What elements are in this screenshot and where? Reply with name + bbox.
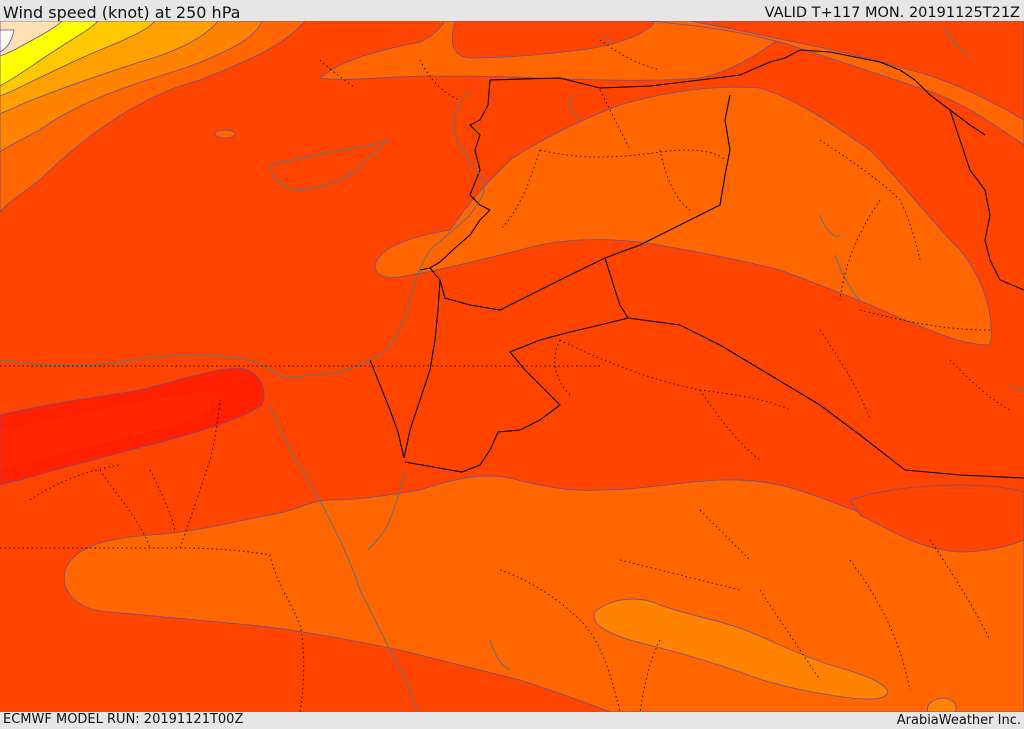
credit-label: ArabiaWeather Inc. — [896, 713, 1021, 728]
map-footer: ECMWF MODEL RUN: 20191121T00Z ArabiaWeat… — [0, 712, 1024, 729]
wind-speed-map — [0, 21, 1024, 712]
blob-orange-small — [214, 129, 236, 139]
valid-time: VALID T+117 MON. 20191125T21Z — [764, 5, 1020, 21]
map-header: Wind speed (knot) at 250 hPa VALID T+117… — [0, 0, 1024, 22]
map-title: Wind speed (knot) at 250 hPa — [3, 3, 241, 22]
model-run-label: ECMWF MODEL RUN: 20191121T00Z — [3, 712, 244, 727]
